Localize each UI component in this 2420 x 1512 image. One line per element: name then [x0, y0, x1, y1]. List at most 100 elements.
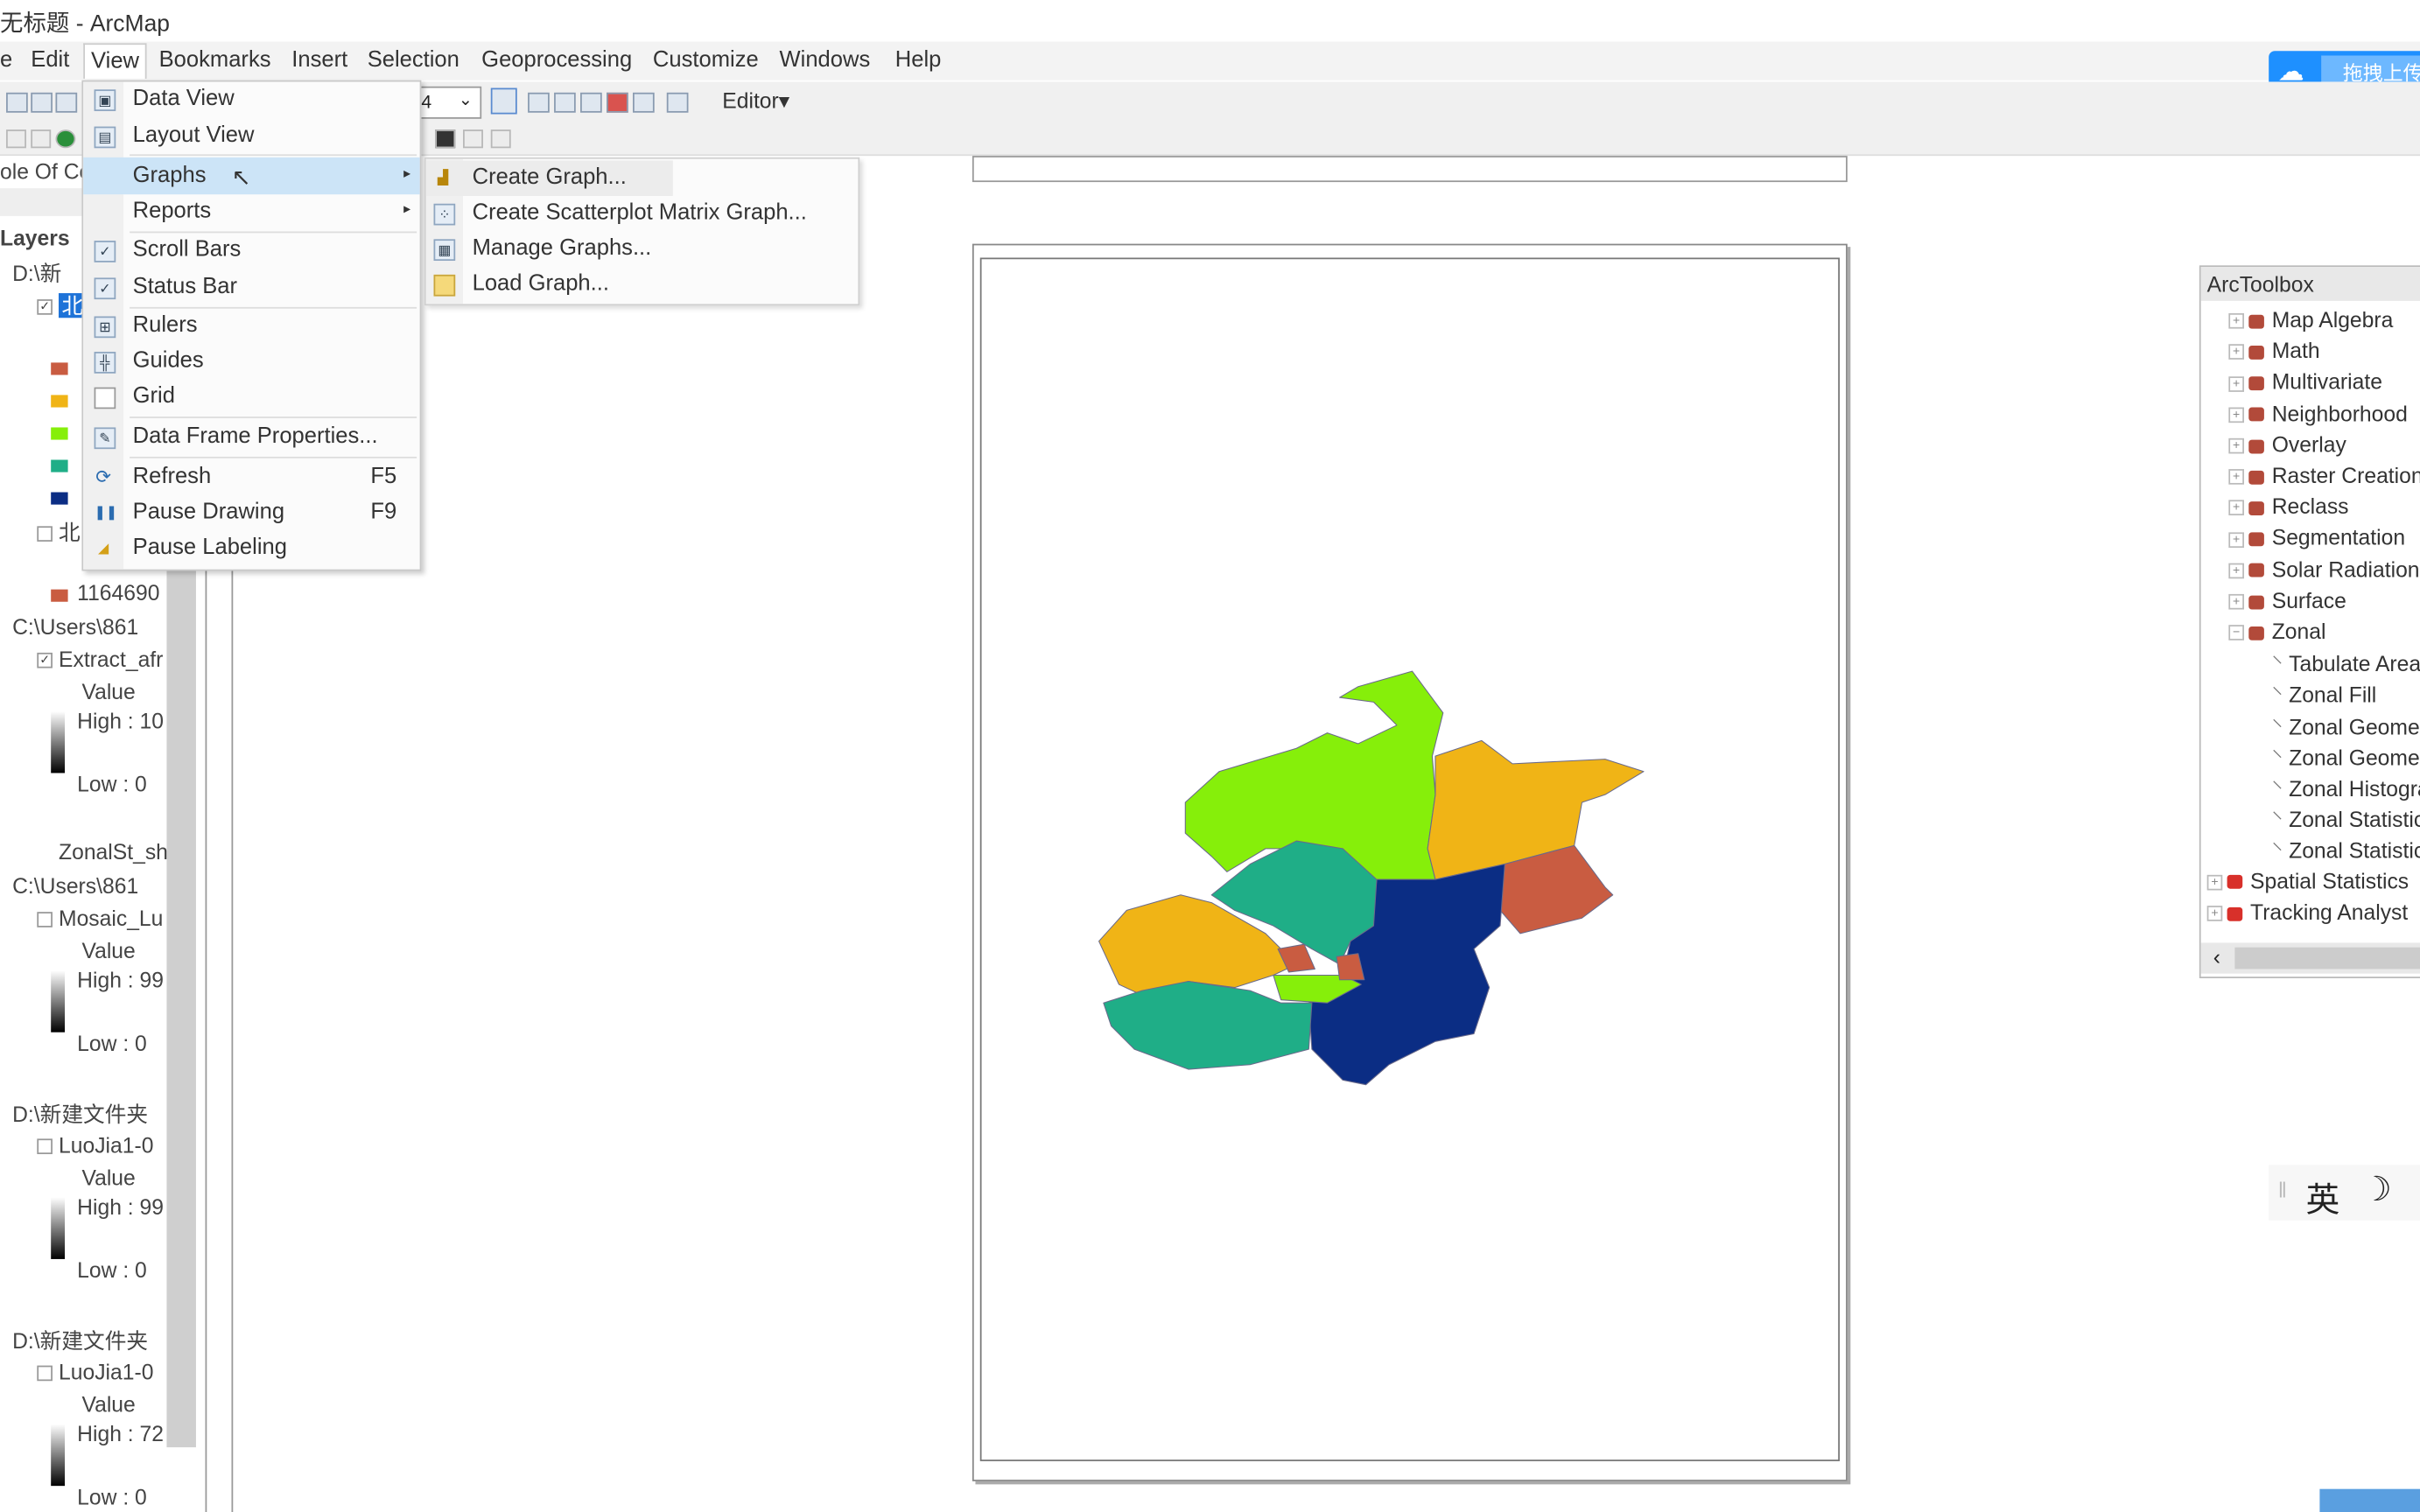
- view-menu: ▣ Data View ▤ Layout View Graphs ▸ ↖ Reports…: [81, 80, 422, 571]
- mouse-cursor-icon: ↖: [231, 164, 251, 192]
- toolset-label: Multivariate: [2271, 369, 2382, 395]
- toolset-label: Overlay: [2271, 431, 2346, 457]
- menu-item-manage-graphs[interactable]: ▦ Manage Graphs...: [426, 232, 859, 268]
- toolbox-label: Tracking Analyst: [2250, 899, 2409, 924]
- hammer-icon: ⸌: [2271, 713, 2283, 738]
- toolset-icon: [2248, 438, 2264, 453]
- expand-icon[interactable]: +: [2228, 563, 2244, 579]
- toolset-item[interactable]: + Raster Creation: [2228, 463, 2420, 487]
- expand-icon[interactable]: +: [2228, 594, 2244, 610]
- tool-label: Zonal Fill: [2289, 682, 2377, 708]
- menu-item-label: Layout View: [132, 123, 255, 149]
- menu-item-load-graph[interactable]: Load Graph...: [426, 267, 859, 303]
- toolbox-item[interactable]: + Spatial Statistics: [2206, 868, 2409, 893]
- toolset-icon: [2248, 376, 2264, 391]
- expand-icon[interactable]: +: [2228, 375, 2244, 392]
- menu-item-data-view[interactable]: ▣ Data View: [83, 81, 419, 117]
- layout-view-icon: ▤: [94, 126, 116, 149]
- menu-item-data-frame-properties[interactable]: ✎ Data Frame Properties...: [83, 420, 419, 456]
- menu-item-reports[interactable]: Reports ▸: [83, 194, 419, 230]
- toolset-icon: [2248, 345, 2264, 360]
- menu-item-create-graph[interactable]: ▟ Create Graph...: [425, 160, 673, 196]
- ime-bar[interactable]: ‖ 英 ☽: [2269, 1165, 2420, 1222]
- tool-item[interactable]: ⸌ Tabulate Area: [2272, 650, 2420, 680]
- shortcut: F9: [370, 500, 397, 525]
- toolbox-item[interactable]: + Tracking Analyst: [2206, 899, 2409, 924]
- menu-item-label: Status Bar: [132, 274, 238, 300]
- hammer-icon: ⸌: [2271, 838, 2283, 864]
- labeling-icon: ◢: [98, 540, 109, 556]
- toolbox-label: Spatial Statistics: [2250, 868, 2409, 893]
- tool-label: Zonal Histogram: [2289, 775, 2420, 802]
- tool-label: Tabulate Area: [2289, 651, 2420, 676]
- menu-item-label: Pause Labeling: [132, 535, 287, 561]
- expand-icon[interactable]: +: [2228, 500, 2244, 516]
- tool-item[interactable]: ⸌Zonal Statistics: [2272, 836, 2420, 866]
- toolset-icon: [2248, 501, 2264, 515]
- menu-item-rulers[interactable]: ⊞ Rulers: [83, 309, 419, 345]
- tool-item[interactable]: ⸌Zonal Statistics: [2272, 806, 2420, 836]
- grid-icon: [94, 387, 116, 410]
- ime-handle[interactable]: ‖: [2278, 1177, 2287, 1201]
- toolset-item[interactable]: + Overlay: [2228, 431, 2346, 457]
- toolset-item[interactable]: + Reclass: [2228, 494, 2349, 519]
- hammer-icon: ⸌: [2271, 775, 2283, 802]
- refresh-icon: ⟳: [95, 466, 112, 488]
- menu-item-label: Data View: [132, 86, 235, 111]
- toolbox-icon: [2227, 906, 2243, 921]
- menu-item-label: Scroll Bars: [132, 237, 242, 262]
- tool-item[interactable]: ⸌Zonal Geometry: [2272, 712, 2420, 742]
- expand-icon[interactable]: +: [2206, 906, 2223, 921]
- toolset-label: Map Algebra: [2271, 306, 2394, 332]
- toolset-item[interactable]: + Map Algebra: [2228, 307, 2393, 332]
- toolset-label: Solar Radiation: [2271, 556, 2420, 582]
- menu-item-refresh[interactable]: ⟳ Refresh F5: [83, 459, 419, 495]
- expand-icon[interactable]: +: [2228, 407, 2244, 423]
- expand-icon[interactable]: +: [2206, 874, 2223, 891]
- toolbox-icon: [2227, 875, 2243, 890]
- toolset-item[interactable]: + Neighborhood: [2228, 401, 2408, 425]
- tool-item[interactable]: ⸌ Zonal Fill: [2272, 681, 2377, 710]
- arctoolbox-header: ArcToolbox: [2200, 267, 2420, 301]
- expand-icon[interactable]: +: [2228, 438, 2244, 454]
- menu-item-create-scatterplot-matrix[interactable]: ⁘ Create Scatterplot Matrix Graph...: [426, 196, 859, 232]
- arctoolbox-hscrollbar[interactable]: ‹: [2200, 942, 2420, 974]
- menu-item-label: Create Graph...: [472, 164, 627, 190]
- hammer-icon: ⸌: [2271, 745, 2283, 770]
- expand-icon[interactable]: +: [2228, 531, 2244, 548]
- menu-item-pause-drawing[interactable]: ❚❚ Pause Drawing F9: [83, 495, 419, 531]
- moon-icon[interactable]: ☽: [2361, 1170, 2392, 1210]
- toolset-label: Segmentation: [2271, 525, 2406, 550]
- expand-icon[interactable]: +: [2228, 469, 2244, 486]
- taskbar-widget[interactable]: [2319, 1488, 2420, 1512]
- expand-icon[interactable]: +: [2228, 313, 2244, 330]
- scroll-thumb[interactable]: [2234, 947, 2420, 970]
- pause-icon: ❚❚: [94, 504, 118, 521]
- tool-item[interactable]: ⸌Zonal Geometry: [2272, 744, 2420, 774]
- hammer-icon: ⸌: [2271, 807, 2283, 832]
- menu-item-label: Refresh: [132, 464, 212, 489]
- menu-item-pause-labeling[interactable]: ◢ Pause Labeling: [83, 531, 419, 567]
- arctoolbox-panel: ArcToolbox + Map Algebra + Math + Multivariat…: [2199, 265, 2420, 978]
- submenu-arrow-icon: ▸: [403, 200, 411, 216]
- toolset-item[interactable]: + Segmentation: [2228, 525, 2405, 550]
- expand-icon[interactable]: +: [2228, 345, 2244, 360]
- ime-language[interactable]: 英: [2306, 1172, 2340, 1222]
- menu-item-status-bar[interactable]: ✓ Status Bar: [83, 270, 419, 306]
- menu-item-graphs[interactable]: Graphs ▸ ↖: [83, 157, 420, 195]
- scroll-left-icon[interactable]: ‹: [2213, 944, 2220, 969]
- expand-icon[interactable]: −: [2228, 625, 2244, 641]
- menu-item-guides[interactable]: ╬ Guides: [83, 344, 419, 380]
- toolset-item[interactable]: + Math: [2228, 339, 2320, 363]
- check-icon: ✓: [94, 241, 116, 262]
- menu-item-scroll-bars[interactable]: ✓ Scroll Bars: [83, 233, 419, 269]
- tool-item[interactable]: ⸌Zonal Histogram: [2272, 774, 2420, 804]
- tool-label: Zonal Geometry: [2289, 745, 2420, 770]
- menu-item-grid[interactable]: Grid: [83, 380, 419, 416]
- toolset-item[interactable]: + Multivariate: [2228, 369, 2382, 394]
- menu-item-layout-view[interactable]: ▤ Layout View: [83, 119, 419, 155]
- guides-icon: ╬: [94, 352, 116, 374]
- toolset-item[interactable]: + Surface: [2228, 587, 2346, 612]
- toolset-item[interactable]: + Solar Radiation: [2228, 556, 2420, 582]
- toolset-item[interactable]: − Zonal: [2228, 619, 2325, 643]
